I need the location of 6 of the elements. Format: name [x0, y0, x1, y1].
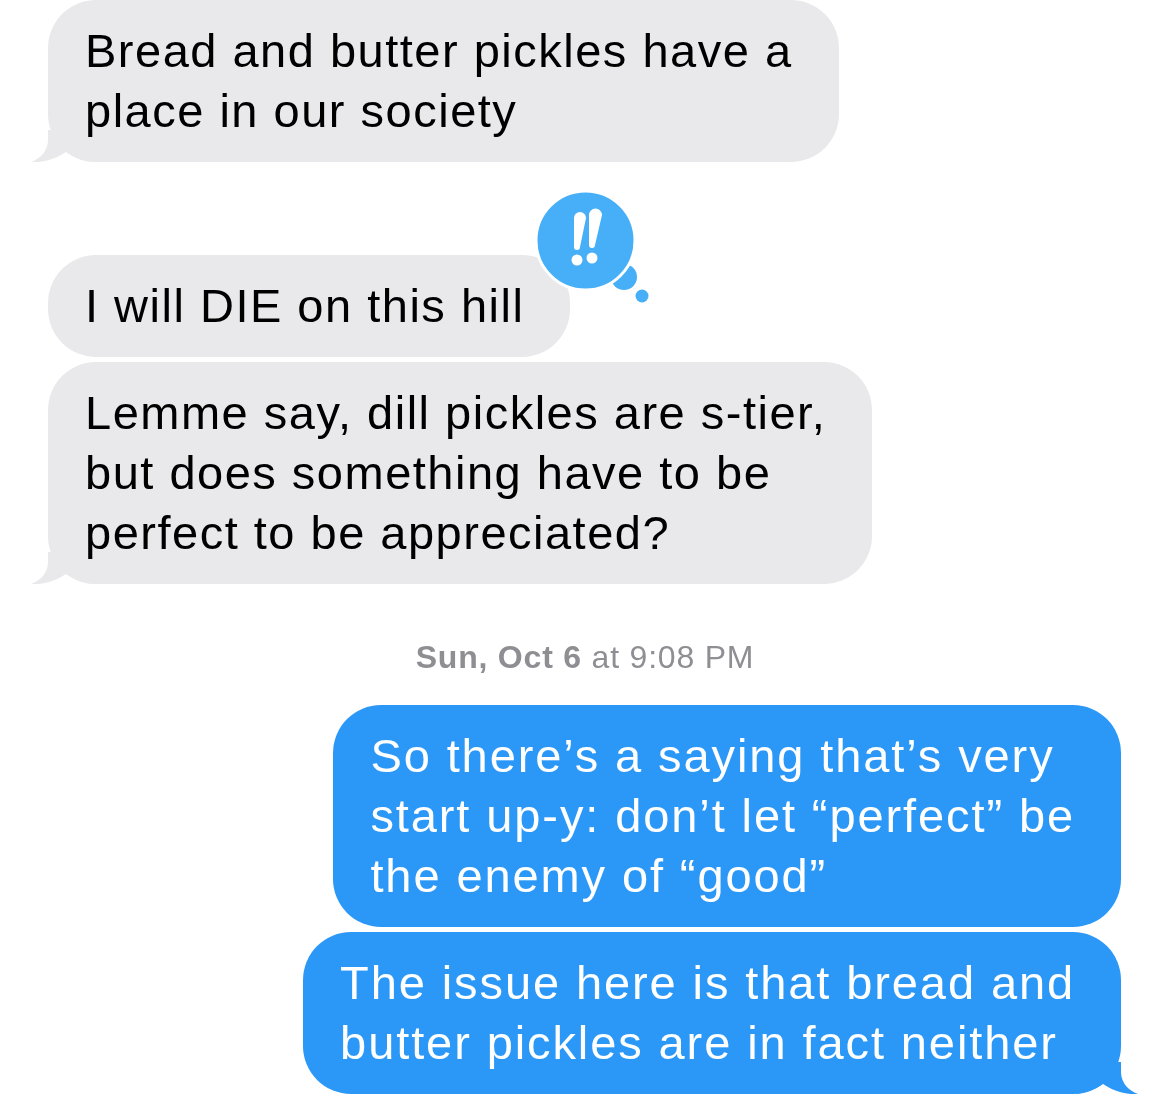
message-text: Lemme say, dill pickles are s-tier, but does something have to be perfect to be appreciated?	[85, 385, 827, 561]
message-text: Bread and butter pickles have a place in our society	[85, 23, 793, 139]
message-text: So there’s a saying that’s very start up-y: don’t let “perfect” be the enemy of “good”	[370, 728, 1075, 904]
message-text: The issue here is that bread and butter pickles are in fact neither	[340, 955, 1075, 1071]
message-text: I will DIE on this hill	[85, 278, 525, 334]
timestamp: Sun, Oct 6 at 9:08 PM	[415, 639, 755, 675]
